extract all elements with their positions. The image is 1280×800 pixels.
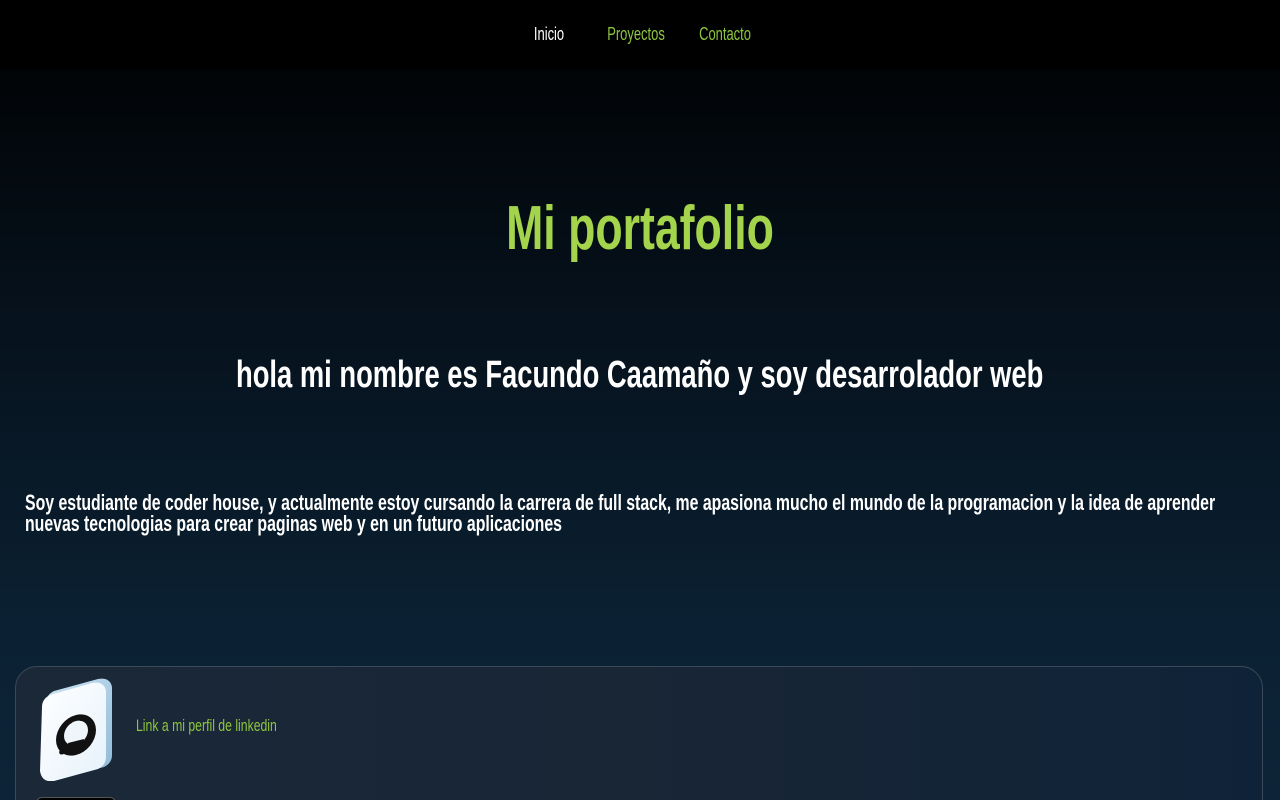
page-title: Mi portafolio [0,196,1280,262]
links-card: Link a mi perfil de linkedin [15,666,1263,800]
nav-item-contacto[interactable]: Contacto [689,22,751,46]
nav-item-proyectos[interactable]: Proyectos [596,22,665,46]
page-title-text: Mi portafolio [506,194,774,263]
linkedin-profile-link[interactable]: Link a mi perfil de linkedin [136,715,332,737]
hero-subtitle: hola mi nombre es Facundo Caamaño y soy … [0,354,1280,396]
about-paragraph: Soy estudiante de coder house, y actualm… [25,490,1265,536]
linkedin-link-label: Link a mi perfil de linkedin [136,716,277,735]
nav-item-contacto-label: Contacto [699,24,751,44]
about-text: Soy estudiante de coder house, y actualm… [25,490,1216,536]
github-icon[interactable] [36,677,116,782]
nav-item-inicio-label: Inicio [533,24,565,44]
hero-subtitle-text: hola mi nombre es Facundo Caamaño y soy … [236,354,1044,396]
top-nav: Inicio Proyectos Contacto [0,0,1280,70]
nav-item-proyectos-label: Proyectos [607,24,665,44]
nav-item-inicio[interactable]: Inicio [527,22,571,46]
